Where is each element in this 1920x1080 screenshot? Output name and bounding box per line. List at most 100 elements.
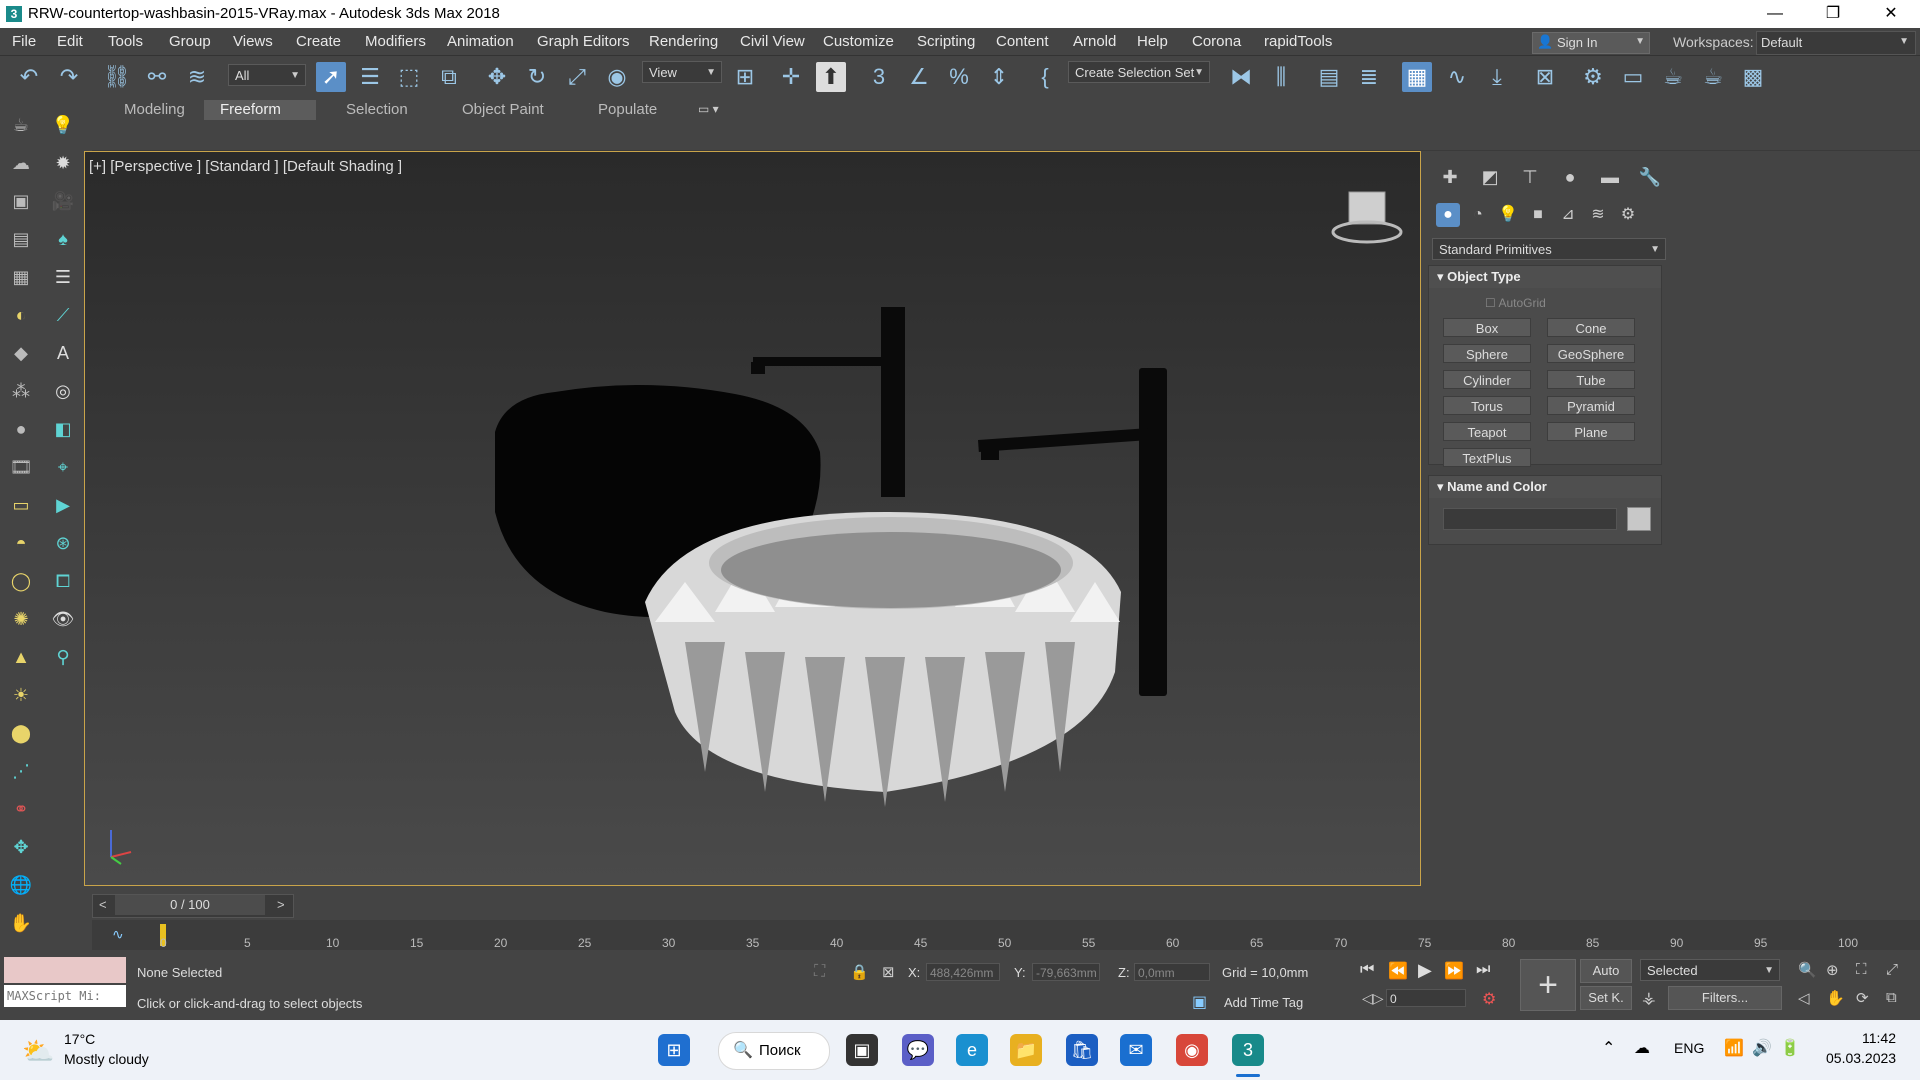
snaps-toggle-icon[interactable]: 3 — [864, 62, 894, 92]
create-tab-icon[interactable]: ✚ — [1436, 167, 1464, 191]
layer-explorer-icon[interactable]: ≣ — [1354, 62, 1384, 92]
maxscript-mini-listener[interactable]: MAXScript Mi: — [4, 985, 126, 1007]
hierarchy-tab-icon[interactable]: ⊤ — [1516, 167, 1544, 191]
undo-icon[interactable]: ↶ — [14, 62, 44, 92]
key-tangent-icon[interactable]: ⚶ — [1642, 988, 1656, 1008]
key-mode-icon[interactable]: ◁▷ — [1362, 990, 1384, 1007]
eye-icon[interactable]: 👁 — [50, 606, 76, 632]
grid-icon[interactable]: ▦ — [8, 264, 34, 290]
menu-edit[interactable]: Edit — [57, 33, 83, 50]
time-next-button[interactable]: > — [277, 897, 285, 912]
select-object-icon[interactable]: ➚ — [316, 62, 346, 92]
frame-icon[interactable]: ⧠ — [50, 568, 76, 594]
angle-snap-icon[interactable]: ∠ — [904, 62, 934, 92]
disc-icon[interactable]: ⬤ — [8, 720, 34, 746]
motion-tab-icon[interactable]: ● — [1556, 167, 1584, 191]
name-color-header[interactable]: ▾ Name and Color — [1429, 476, 1661, 498]
text-icon[interactable]: A — [50, 340, 76, 366]
mesh-icon[interactable]: ⋰ — [8, 758, 34, 784]
spiral-icon[interactable]: ✺ — [8, 606, 34, 632]
render-setup-icon[interactable]: ⚙ — [1578, 62, 1608, 92]
particle-icon[interactable]: ⁂ — [8, 378, 34, 404]
box-button[interactable]: Box — [1443, 318, 1531, 337]
mail-icon[interactable]: ✉ — [1120, 1034, 1152, 1066]
volume-icon[interactable]: 🔊 — [1752, 1038, 1772, 1058]
frame-counter[interactable]: 0 / 100 — [115, 895, 265, 915]
dome-icon[interactable]: ◓ — [8, 530, 34, 556]
compass-icon[interactable]: ✥ — [8, 834, 34, 860]
menu-file[interactable]: File — [12, 33, 36, 50]
menu-views[interactable]: Views — [233, 33, 273, 50]
screen-icon[interactable]: ▶ — [50, 492, 76, 518]
shape-icon[interactable]: ◆ — [8, 340, 34, 366]
align-icon[interactable]: ⫼ — [1266, 62, 1296, 92]
onedrive-icon[interactable]: ☁ — [1634, 1038, 1650, 1058]
box-icon[interactable]: ▭ — [8, 492, 34, 518]
time-prev-button[interactable]: < — [99, 897, 107, 912]
menu-create[interactable]: Create — [296, 33, 341, 50]
object-name-input[interactable] — [1443, 508, 1617, 530]
menu-civil-view[interactable]: Civil View — [740, 33, 805, 50]
workspaces-dropdown[interactable]: Default ▼ — [1756, 31, 1916, 55]
set-key-big-button[interactable]: + — [1520, 959, 1576, 1011]
edge-icon[interactable]: e — [956, 1034, 988, 1066]
torus-icon[interactable]: ◎ — [50, 378, 76, 404]
unlink-icon[interactable]: ⚯ — [142, 62, 172, 92]
pan-icon[interactable]: ✋ — [1826, 989, 1845, 1007]
menu-customize[interactable]: Customize — [823, 33, 894, 50]
named-selection-icon[interactable]: { — [1030, 62, 1060, 92]
filters-button[interactable]: Filters... — [1668, 986, 1782, 1010]
select-by-name-icon[interactable]: ☰ — [355, 62, 385, 92]
menu-animation[interactable]: Animation — [447, 33, 514, 50]
chrome-icon[interactable]: ◉ — [1176, 1034, 1208, 1066]
menu-rendering[interactable]: Rendering — [649, 33, 718, 50]
tree-icon[interactable]: ♠ — [50, 226, 76, 252]
ring-icon[interactable]: ◯ — [8, 568, 34, 594]
clock-time[interactable]: 11:42 — [1862, 1030, 1896, 1046]
store-icon[interactable]: 🛍 — [1066, 1034, 1098, 1066]
utilities-tab-icon[interactable]: 🔧 — [1636, 167, 1664, 191]
search-box[interactable]: 🔍 Поиск — [718, 1032, 830, 1070]
sun-icon[interactable]: ✹ — [50, 150, 76, 176]
key-filter-selected-dropdown[interactable]: Selected ▼ — [1640, 959, 1780, 981]
chat-icon[interactable]: 💬 — [902, 1034, 934, 1066]
current-frame-field[interactable]: 0 — [1386, 989, 1466, 1007]
cube-icon[interactable]: ◧ — [50, 416, 76, 442]
torus-button[interactable]: Torus — [1443, 396, 1531, 415]
window-crossing-icon[interactable]: ⧉ — [434, 62, 464, 92]
lights-icon[interactable]: 💡 — [1496, 203, 1520, 227]
file-explorer-icon[interactable]: 📁 — [1010, 1034, 1042, 1066]
selection-set-dropdown[interactable]: Create Selection Set ▼ — [1068, 61, 1210, 83]
prev-frame-icon[interactable]: ⏪ — [1388, 961, 1408, 981]
modify-tab-icon[interactable]: ◩ — [1476, 167, 1504, 191]
menu-rapidtools[interactable]: rapidTools — [1264, 33, 1332, 50]
goto-end-icon[interactable]: ⏭ — [1476, 961, 1490, 979]
tube-button[interactable]: Tube — [1547, 370, 1635, 389]
cameras-icon[interactable]: ■ — [1526, 203, 1550, 227]
ribbon-options-icon[interactable]: ▭ ▾ — [698, 102, 719, 116]
render-a360-icon[interactable]: ▩ — [1738, 62, 1768, 92]
mirror-icon[interactable]: ⧓ — [1226, 62, 1256, 92]
zoom-all-icon[interactable]: ⊕ — [1826, 961, 1839, 979]
lock-icon[interactable]: 🔒 — [850, 963, 869, 981]
time-tag-icon[interactable]: ▣ — [1192, 992, 1207, 1012]
systems-icon[interactable]: ⚙ — [1616, 203, 1640, 227]
restore-button[interactable]: ❐ — [1804, 0, 1862, 28]
menu-modifiers[interactable]: Modifiers — [365, 33, 426, 50]
next-frame-icon[interactable]: ⏩ — [1444, 961, 1464, 981]
autogrid-checkbox[interactable]: ☐ AutoGrid — [1485, 296, 1546, 310]
document-icon[interactable]: ▤ — [8, 226, 34, 252]
absolute-mode-icon[interactable]: ⊠ — [882, 963, 895, 981]
isolate-icon[interactable]: ⛶ — [814, 963, 825, 981]
textplus-button[interactable]: TextPlus — [1443, 448, 1531, 467]
time-config-icon[interactable]: ⚙ — [1482, 989, 1496, 1009]
chevron-up-icon[interactable]: ⌃ — [1602, 1038, 1615, 1058]
cloud-icon[interactable]: ☁ — [8, 150, 34, 176]
orbit-icon[interactable]: ⟳ — [1856, 989, 1869, 1007]
start-icon[interactable]: ⊞ — [658, 1034, 690, 1066]
perspective-viewport[interactable] — [84, 151, 1421, 886]
cone-icon[interactable]: ▲ — [8, 644, 34, 670]
tab-populate[interactable]: Populate — [582, 100, 673, 120]
goto-start-icon[interactable]: ⏮ — [1360, 961, 1374, 979]
film-icon[interactable]: 🎞 — [8, 454, 34, 480]
